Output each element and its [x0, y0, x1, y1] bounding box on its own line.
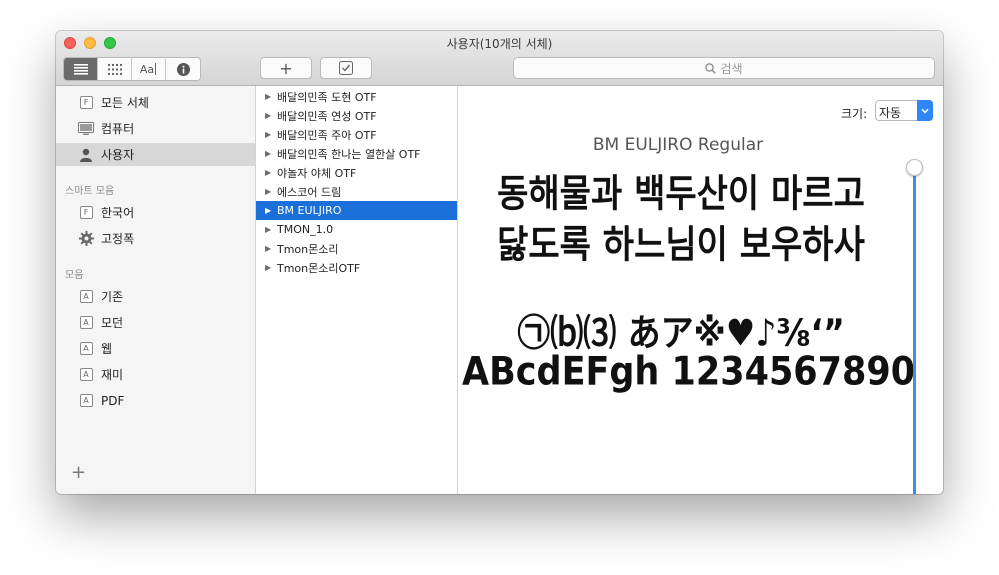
font-file-icon: F — [78, 95, 94, 111]
sidebar-item-user[interactable]: 사용자 — [56, 143, 255, 166]
size-label: 크기: — [841, 107, 868, 121]
sidebar-item-fixed-width[interactable]: 고정폭 — [56, 227, 255, 250]
size-slider-track[interactable] — [913, 166, 916, 494]
font-name: Tmon몬소리 — [277, 242, 339, 256]
search-icon — [705, 62, 717, 74]
sidebar-item-label: 모던 — [101, 316, 124, 330]
validate-font-button[interactable] — [320, 57, 372, 79]
font-row[interactable]: ▶ 배달의민족 도현 OTF — [256, 87, 457, 106]
list-view-button[interactable] — [64, 58, 98, 80]
add-font-button[interactable]: + — [260, 57, 312, 79]
font-row[interactable]: ▶ 야놀자 야체 OTF — [256, 163, 457, 182]
smart-collections-heading: 스마트 모음 — [65, 186, 115, 197]
sidebar: F 모든 서체 컴퓨터 사용자 스마트 모음 F 한국어 고정폭 모음 A 기존… — [56, 86, 256, 494]
disclosure-triangle-icon[interactable]: ▶ — [265, 263, 271, 272]
sample-text-line-4: ABcdEFgh 1234567890 — [462, 349, 916, 395]
font-name: 배달의민족 도현 OTF — [277, 90, 377, 104]
sidebar-item-modern[interactable]: A 모던 — [56, 311, 255, 334]
sidebar-item-computer[interactable]: 컴퓨터 — [56, 117, 255, 140]
chevron-down-icon — [917, 100, 933, 121]
collection-icon: A — [78, 367, 94, 383]
grid-icon — [107, 63, 122, 75]
collection-icon: A — [78, 341, 94, 357]
disclosure-triangle-icon[interactable]: ▶ — [265, 225, 271, 234]
sidebar-item-label: 컴퓨터 — [101, 122, 135, 136]
font-preview-pane: 크기: 자동 BM EULJIRO Regular 동해물과 백두산이 마르고 … — [458, 86, 943, 494]
disclosure-triangle-icon[interactable]: ▶ — [265, 92, 271, 101]
font-row[interactable]: ▶ 배달의민족 한나는 열한살 OTF — [256, 144, 457, 163]
text-cursor-icon — [155, 63, 157, 75]
sidebar-item-label: 웹 — [101, 342, 113, 356]
font-name: TMON_1.0 — [277, 223, 334, 236]
font-title: BM EULJIRO Regular — [592, 135, 764, 155]
sample-text-line-2: 닳도록 하느님이 보우하사 — [497, 223, 865, 268]
sidebar-item-label: 고정폭 — [101, 232, 135, 246]
size-slider-thumb[interactable] — [906, 159, 923, 176]
plus-icon: + — [279, 58, 293, 78]
size-select[interactable]: 자동 — [875, 100, 933, 121]
font-name: 배달의민족 한나는 열한살 OTF — [277, 147, 421, 161]
font-list: ▶ 배달의민족 도현 OTF ▶ 배달의민족 연성 OTF ▶ 배달의민족 주아 OT… — [256, 86, 458, 494]
font-row[interactable]: ▶ TMON_1.0 — [256, 220, 457, 239]
search-field[interactable]: 검색 — [513, 57, 935, 79]
disclosure-triangle-icon[interactable]: ▶ — [265, 187, 271, 196]
font-name: 에스코어 드림 — [277, 185, 342, 199]
titlebar: 사용자(10개의 서체) Aa + 검색 — [56, 31, 943, 86]
font-name: 배달의민족 주아 OTF — [277, 128, 377, 142]
search-placeholder: 검색 — [720, 61, 743, 76]
sidebar-item-label: 재미 — [101, 368, 124, 382]
disclosure-triangle-icon[interactable]: ▶ — [265, 111, 271, 120]
disclosure-triangle-icon[interactable]: ▶ — [265, 244, 271, 253]
sample-view-button[interactable]: Aa — [132, 58, 166, 80]
sidebar-item-label: PDF — [101, 393, 125, 408]
font-file-icon: F — [78, 205, 94, 221]
disclosure-triangle-icon[interactable]: ▶ — [265, 130, 271, 139]
sample-text-line-1: 동해물과 백두산이 마르고 — [497, 172, 865, 217]
checkbox-icon — [339, 61, 353, 75]
collection-icon: A — [78, 315, 94, 331]
user-icon — [78, 147, 94, 163]
sidebar-item-all-fonts[interactable]: F 모든 서체 — [56, 91, 255, 114]
disclosure-triangle-icon[interactable]: ▶ — [265, 168, 271, 177]
view-mode-segmented-control: Aa — [63, 57, 201, 81]
collections-heading: 모음 — [65, 270, 84, 281]
font-row[interactable]: ▶ 배달의민족 주아 OTF — [256, 125, 457, 144]
sidebar-item-korean[interactable]: F 한국어 — [56, 201, 255, 224]
computer-icon — [78, 121, 94, 137]
info-icon — [176, 62, 190, 76]
font-name: Tmon몬소리OTF — [277, 261, 361, 275]
window-title: 사용자(10개의 서체) — [446, 37, 553, 51]
add-collection-button[interactable]: + — [71, 462, 86, 483]
font-book-window: 사용자(10개의 서체) Aa + 검색 F 모든 서체 컴퓨터 사용자 스마트… — [56, 31, 943, 494]
sidebar-item-web[interactable]: A 웹 — [56, 337, 255, 360]
font-name: 배달의민족 연성 OTF — [277, 109, 377, 123]
sidebar-item-classic[interactable]: A 기존 — [56, 285, 255, 308]
sidebar-item-label: 한국어 — [101, 206, 135, 220]
font-row[interactable]: ▶ 에스코어 드림 — [256, 182, 457, 201]
font-row[interactable]: ▶ Tmon몬소리 — [256, 239, 457, 258]
info-view-button[interactable] — [166, 58, 200, 80]
sidebar-item-label: 모든 서체 — [101, 96, 149, 110]
font-row[interactable]: ▶ 배달의민족 연성 OTF — [256, 106, 457, 125]
font-row[interactable]: ▶ Tmon몬소리OTF — [256, 258, 457, 277]
sidebar-item-label: 사용자 — [101, 148, 135, 162]
sample-aa-label: Aa — [139, 62, 155, 76]
font-row-selected[interactable]: ▶ BM EULJIRO — [256, 201, 457, 220]
sidebar-item-label: 기존 — [101, 290, 124, 304]
list-icon — [73, 63, 88, 75]
disclosure-triangle-icon[interactable]: ▶ — [265, 149, 271, 158]
sidebar-item-pdf[interactable]: A PDF — [56, 389, 255, 412]
gear-icon — [78, 231, 94, 247]
font-name: BM EULJIRO — [277, 204, 342, 217]
size-value: 자동 — [879, 106, 902, 120]
disclosure-triangle-icon[interactable]: ▶ — [265, 206, 271, 215]
grid-view-button[interactable] — [98, 58, 132, 80]
sidebar-item-fun[interactable]: A 재미 — [56, 363, 255, 386]
collection-icon: A — [78, 393, 94, 409]
font-name: 야놀자 야체 OTF — [277, 166, 357, 180]
collection-icon: A — [78, 289, 94, 305]
